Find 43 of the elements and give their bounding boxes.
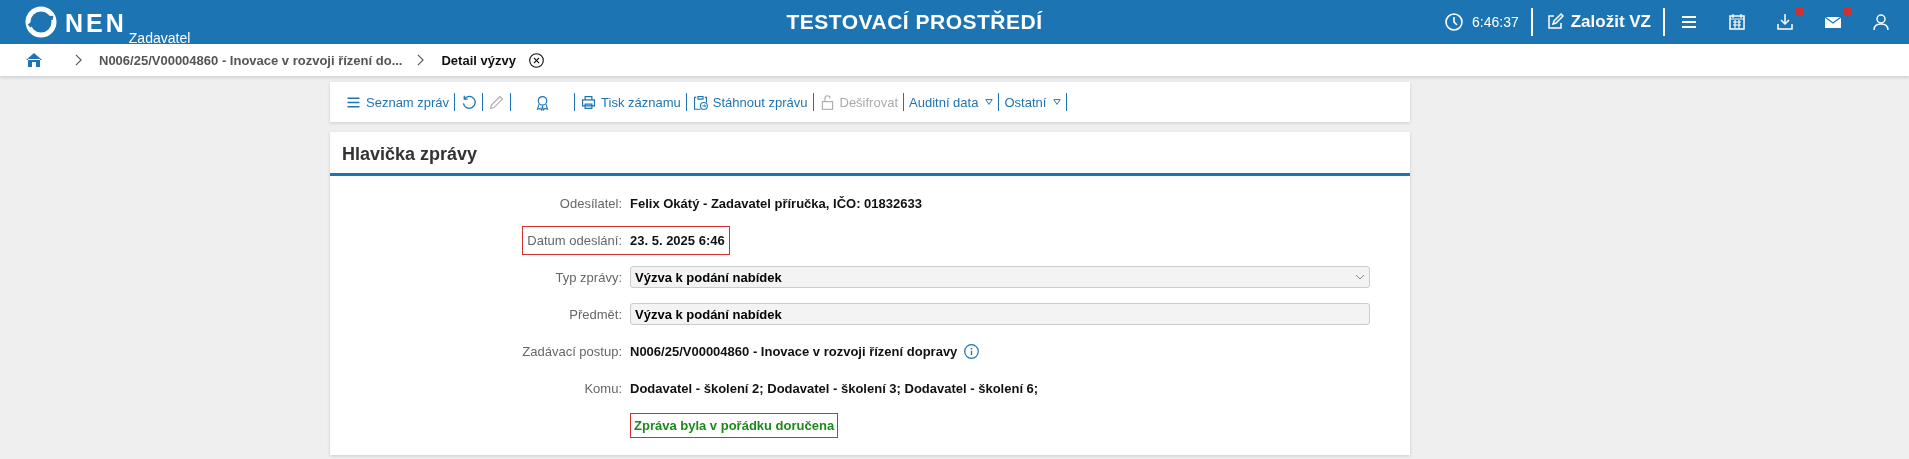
caret-icon <box>1053 98 1062 106</box>
chevron-icon <box>74 54 83 66</box>
create-button[interactable]: Založit VZ <box>1532 12 1663 32</box>
pencil-icon <box>488 93 506 111</box>
field-label: Datum odeslání: <box>522 225 630 255</box>
field-value: N006/25/V00004860 - Inovace v rozvoji řízení dopravy <box>630 343 958 359</box>
user-icon[interactable] <box>1871 12 1891 32</box>
refresh-icon <box>460 93 478 111</box>
info-icon[interactable] <box>963 342 981 360</box>
breadcrumb-link[interactable]: Detail výzvy <box>441 52 516 68</box>
field-label: Komu: <box>583 379 623 398</box>
toolbar-button[interactable]: Stáhnout zprávu <box>686 93 813 111</box>
field-label: Odesílatel: <box>558 194 623 213</box>
logo-icon <box>25 6 57 38</box>
field-label: Typ zprávy: <box>554 268 623 287</box>
delivery-status: Zpráva byla v pořádku doručena <box>630 412 839 438</box>
toolbar-button[interactable]: Ostatní <box>999 94 1067 110</box>
field-label: Zadávací postup: <box>521 342 623 361</box>
clock-time: 6:46:37 <box>1472 14 1519 30</box>
download-icon[interactable] <box>1775 12 1795 32</box>
environment-title: TESTOVACÍ PROSTŘEDÍ <box>785 10 1044 34</box>
role-label: Zadavatel <box>128 30 191 46</box>
printer-icon <box>580 93 598 111</box>
chevron-down-icon <box>1355 274 1365 280</box>
calendar-icon[interactable] <box>1727 12 1747 32</box>
field-value: 23. 5. 2025 6:46 <box>630 225 730 255</box>
logo-text: NEN <box>65 8 127 38</box>
panel-title: Hlavička zprávy <box>330 132 1410 176</box>
caret-icon <box>985 98 994 106</box>
close-icon[interactable] <box>527 51 545 69</box>
breadcrumb-link[interactable]: N006/25/V00004860 - Inovace v rozvoji řízení do... <box>99 52 403 68</box>
clock-icon <box>1444 12 1464 32</box>
field-value: Felix Okátý - Zadavatel příručka, IČO: 01832633 <box>630 195 922 211</box>
field-value: Dodavatel - školení 2; Dodavatel - školení 3; Dodavatel - školení 6; <box>630 380 1039 396</box>
toolbar-button[interactable]: Tisk záznamu <box>575 93 686 111</box>
home-icon[interactable] <box>24 50 44 70</box>
clipboard-icon <box>691 93 709 111</box>
toolbar-button[interactable]: Seznam zpráv <box>340 93 455 111</box>
field-label: Předmět: <box>568 305 623 324</box>
message-type-select[interactable]: Výzva k podání nabídek <box>630 266 1370 288</box>
chevron-icon <box>416 54 426 66</box>
subject-field[interactable]: Výzva k podání nabídek <box>630 303 1370 325</box>
toolbar-button[interactable]: Auditní data <box>904 94 999 110</box>
